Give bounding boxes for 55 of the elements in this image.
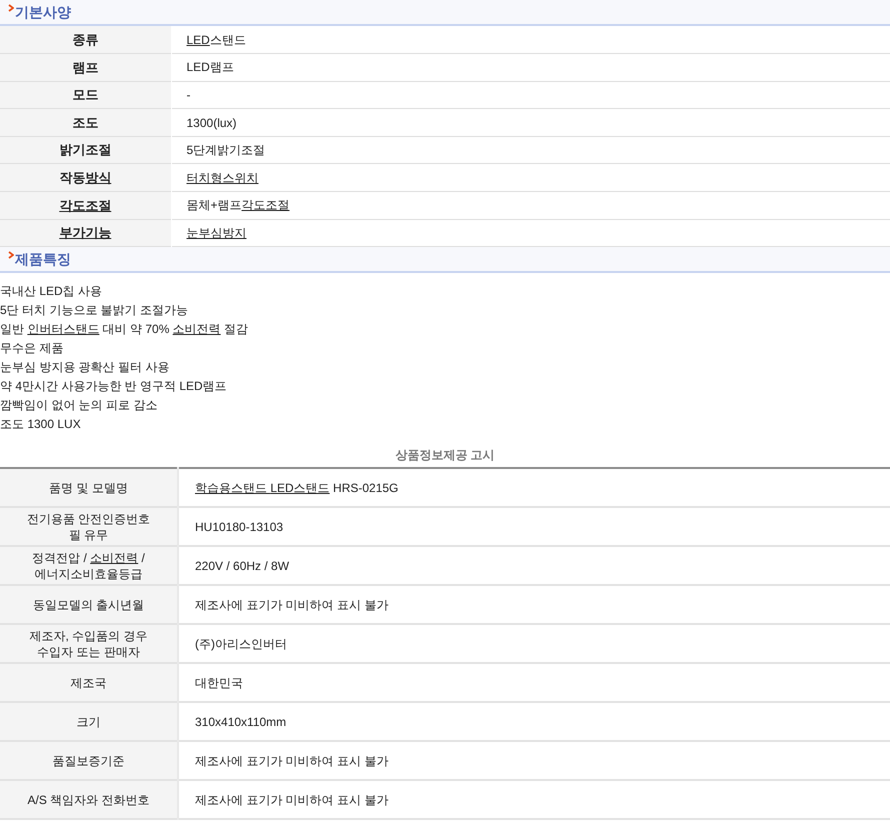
keyword-link[interactable]: 각도조절 — [242, 198, 290, 212]
feature-text: 5단 터치 기능으로 불밝기 조절가능 — [0, 303, 188, 318]
keyword-link[interactable]: 눈부심방지 — [186, 226, 246, 240]
feature-text: 국내산 LED칩 사용 — [0, 284, 102, 298]
section-title: 제품특징 — [15, 250, 71, 268]
notice-value: HU10180-13103 — [195, 520, 284, 534]
keyword-link[interactable]: 학습용스탠드 — [195, 480, 270, 495]
notice-label: 동일모델의 출시년월 — [32, 598, 144, 612]
keyword-link[interactable]: 부가기능 — [59, 225, 112, 240]
spec-label: 종류 — [72, 32, 98, 47]
chevron-icon — [8, 4, 14, 12]
table-caption: 상품정보제공 고시 — [395, 448, 495, 462]
spec-label: 밝기조절 — [59, 142, 112, 158]
feature-text: 약 4만시간 사용가능한 반 영구적 LED램프 — [0, 379, 227, 394]
feature-text: 깜빡임이 없어 눈의 피로 감소 — [0, 398, 158, 412]
notice-value: 제조사에 표기가 미비하여 표시 불가 — [195, 598, 388, 612]
feature-text: 무수은 제품 — [0, 341, 64, 356]
notice-label: 제조자, 수입품의 경우 수입자 또는 판매자 — [29, 628, 148, 659]
notice-value: 310x410x110mm — [195, 714, 286, 729]
keyword-link[interactable]: 소비전력 — [172, 322, 221, 336]
keyword-link[interactable]: 인버터스탠드 — [27, 322, 100, 336]
keyword-link[interactable]: LED스탠드 — [270, 480, 330, 495]
feature-text: 눈부심 방지용 광확산 필터 사용 — [0, 360, 170, 374]
spec-label: 조도 — [72, 114, 98, 130]
spec-value: - — [186, 88, 190, 102]
chevron-icon — [8, 251, 14, 260]
keyword-link[interactable]: 터치형스위치 — [186, 170, 258, 185]
notice-value: (주)아리스인버터 — [195, 636, 287, 651]
spec-value: 1300(lux) — [186, 116, 237, 130]
spec-value: LED스탠드 — [186, 32, 246, 47]
notice-value: 학습용스탠드 LED스탠드 HRS-0215G — [195, 480, 398, 495]
spec-label: 작동방식 — [59, 170, 112, 186]
spec-label: 모드 — [72, 87, 98, 102]
spec-value: LED램프 — [186, 60, 234, 74]
feature-text: 조도 1300 LUX — [0, 417, 81, 432]
notice-label: 제조국 — [70, 676, 106, 690]
notice-value: 제조사에 표기가 미비하여 표시 불가 — [195, 754, 388, 768]
keyword-link[interactable]: 소비전력 — [90, 550, 138, 565]
section-title: 기본사양 — [15, 3, 71, 21]
spec-label: 램프 — [72, 60, 98, 75]
keyword-link[interactable]: 방식 — [85, 170, 112, 186]
spec-value: 5단계밝기조절 — [186, 143, 266, 158]
notice-label: 품명 및 모델명 — [49, 480, 128, 495]
notice-label: A/S 책임자와 전화번호 — [27, 792, 150, 807]
keyword-link[interactable]: LED — [186, 32, 210, 47]
notice-label: 품질보증기준 — [52, 754, 124, 768]
spec-value: 몸체+램프각도조절 — [186, 198, 290, 212]
notice-value: 제조사에 표기가 미비하여 표시 불가 — [195, 792, 388, 807]
notice-label: 정격전압 / 소비전력 / 에너지소비효율등급 — [32, 550, 145, 581]
notice-value: 220V / 60Hz / 8W — [195, 558, 290, 573]
feature-text: 일반 인버터스탠드 대비 약 70% 소비전력 절감 — [0, 322, 248, 336]
notice-label: 크기 — [76, 714, 100, 729]
keyword-link[interactable]: 각도조절 — [59, 198, 112, 213]
notice-value: 대한민국 — [195, 676, 243, 690]
notice-label: 전기용품 안전인증번호 필 유무 — [26, 512, 150, 542]
